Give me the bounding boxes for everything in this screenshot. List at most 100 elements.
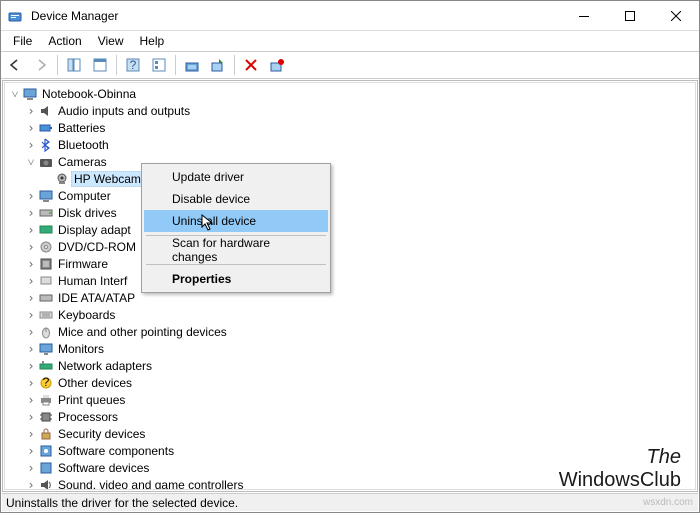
software-device-icon xyxy=(37,460,55,476)
display-adapter-icon xyxy=(37,222,55,238)
back-button[interactable] xyxy=(3,53,27,77)
tree-item-security[interactable]: ›Security devices xyxy=(5,425,695,442)
tree-item-cameras[interactable]: ˅Cameras xyxy=(5,153,695,170)
menu-view[interactable]: View xyxy=(90,32,132,50)
expand-icon[interactable]: › xyxy=(25,377,37,389)
tree-item-monitors[interactable]: ›Monitors xyxy=(5,340,695,357)
show-hide-tree-button[interactable] xyxy=(62,53,86,77)
menubar: File Action View Help xyxy=(1,31,699,51)
statusbar: Uninstalls the driver for the selected d… xyxy=(2,493,698,511)
menu-help[interactable]: Help xyxy=(132,32,173,50)
expand-icon[interactable]: › xyxy=(25,479,37,491)
collapse-icon[interactable]: ˅ xyxy=(25,156,37,168)
expand-icon[interactable]: › xyxy=(25,292,37,304)
network-icon xyxy=(37,358,55,374)
expand-icon[interactable]: › xyxy=(25,241,37,253)
expand-icon[interactable]: › xyxy=(25,275,37,287)
expand-icon[interactable]: › xyxy=(25,411,37,423)
tree-item-sound[interactable]: ›Sound, video and game controllers xyxy=(5,476,695,490)
webcam-icon xyxy=(53,171,71,187)
ctx-uninstall-device[interactable]: Uninstall device xyxy=(144,210,328,232)
tree-root-label: Notebook-Obinna xyxy=(39,87,139,101)
expand-icon[interactable]: › xyxy=(25,360,37,372)
tree-item-audio[interactable]: ›Audio inputs and outputs xyxy=(5,102,695,119)
expand-icon[interactable]: › xyxy=(25,122,37,134)
close-button[interactable] xyxy=(653,1,699,31)
expand-icon[interactable]: › xyxy=(25,207,37,219)
help-button[interactable]: ? xyxy=(121,53,145,77)
window-title: Device Manager xyxy=(29,9,561,23)
sound-icon xyxy=(37,477,55,491)
tree-item-mice[interactable]: ›Mice and other pointing devices xyxy=(5,323,695,340)
expand-icon[interactable]: › xyxy=(25,258,37,270)
context-menu-separator xyxy=(146,264,326,265)
statusbar-text: Uninstalls the driver for the selected d… xyxy=(6,496,238,510)
expand-icon[interactable]: › xyxy=(25,190,37,202)
tree-item-batteries[interactable]: ›Batteries xyxy=(5,119,695,136)
ctx-disable-device[interactable]: Disable device xyxy=(144,188,328,210)
tree-item-hp-webcam[interactable]: HP Webcam xyxy=(5,170,695,187)
minimize-button[interactable] xyxy=(561,1,607,31)
expand-icon[interactable]: › xyxy=(25,394,37,406)
tree-item-display-adapters[interactable]: ›Display adapt xyxy=(5,221,695,238)
disable-button[interactable] xyxy=(265,53,289,77)
tree-item-computer[interactable]: ›Computer xyxy=(5,187,695,204)
scan-hardware-button[interactable] xyxy=(206,53,230,77)
tree-item-disk-drives[interactable]: ›Disk drives xyxy=(5,204,695,221)
camera-icon xyxy=(37,154,55,170)
device-tree: ˅ Notebook-Obinna ›Audio inputs and outp… xyxy=(5,83,695,490)
toolbar-separator xyxy=(234,55,235,75)
software-component-icon xyxy=(37,443,55,459)
menu-file[interactable]: File xyxy=(5,32,40,50)
tree-item-processors[interactable]: ›Processors xyxy=(5,408,695,425)
tree-item-other[interactable]: ›?Other devices xyxy=(5,374,695,391)
battery-icon xyxy=(37,120,55,136)
expand-icon[interactable]: › xyxy=(25,462,37,474)
tree-root[interactable]: ˅ Notebook-Obinna xyxy=(5,85,695,102)
ctx-properties[interactable]: Properties xyxy=(144,268,328,290)
expand-icon[interactable]: › xyxy=(25,139,37,151)
forward-button[interactable] xyxy=(29,53,53,77)
view-button[interactable] xyxy=(147,53,171,77)
app-icon xyxy=(1,8,29,24)
tree-item-hid[interactable]: ›Human Interf xyxy=(5,272,695,289)
expand-icon[interactable]: › xyxy=(25,326,37,338)
tree-item-dvd[interactable]: ›DVD/CD-ROM xyxy=(5,238,695,255)
uninstall-button[interactable] xyxy=(239,53,263,77)
toolbar: ? xyxy=(1,51,699,79)
expand-icon[interactable]: › xyxy=(25,105,37,117)
tree-item-network[interactable]: ›Network adapters xyxy=(5,357,695,374)
toolbar-separator xyxy=(57,55,58,75)
ide-icon xyxy=(37,290,55,306)
tree-item-keyboards[interactable]: ›Keyboards xyxy=(5,306,695,323)
mouse-icon xyxy=(37,324,55,340)
tree-item-label: HP Webcam xyxy=(71,171,144,187)
maximize-button[interactable] xyxy=(607,1,653,31)
svg-text:?: ? xyxy=(43,375,50,389)
menu-action[interactable]: Action xyxy=(40,32,89,50)
computer-icon xyxy=(21,86,39,102)
printer-icon xyxy=(37,392,55,408)
expand-icon[interactable]: › xyxy=(25,224,37,236)
bluetooth-icon xyxy=(37,137,55,153)
expand-icon[interactable]: › xyxy=(25,445,37,457)
properties-button[interactable] xyxy=(88,53,112,77)
ctx-scan-hardware[interactable]: Scan for hardware changes xyxy=(144,239,328,261)
expand-icon[interactable]: › xyxy=(25,309,37,321)
titlebar: Device Manager xyxy=(1,1,699,31)
tree-item-sw-components[interactable]: ›Software components xyxy=(5,442,695,459)
processor-icon xyxy=(37,409,55,425)
device-tree-scroll[interactable]: ˅ Notebook-Obinna ›Audio inputs and outp… xyxy=(4,82,696,490)
tree-item-sw-devices[interactable]: ›Software devices xyxy=(5,459,695,476)
ctx-update-driver[interactable]: Update driver xyxy=(144,166,328,188)
expand-icon[interactable]: › xyxy=(25,343,37,355)
dvd-icon xyxy=(37,239,55,255)
tree-item-ide[interactable]: ›IDE ATA/ATAP xyxy=(5,289,695,306)
tree-item-bluetooth[interactable]: ›Bluetooth xyxy=(5,136,695,153)
update-driver-button[interactable] xyxy=(180,53,204,77)
collapse-icon[interactable]: ˅ xyxy=(9,88,21,100)
tree-item-print[interactable]: ›Print queues xyxy=(5,391,695,408)
tree-item-firmware[interactable]: ›Firmware xyxy=(5,255,695,272)
expand-icon[interactable]: › xyxy=(25,428,37,440)
hid-icon xyxy=(37,273,55,289)
